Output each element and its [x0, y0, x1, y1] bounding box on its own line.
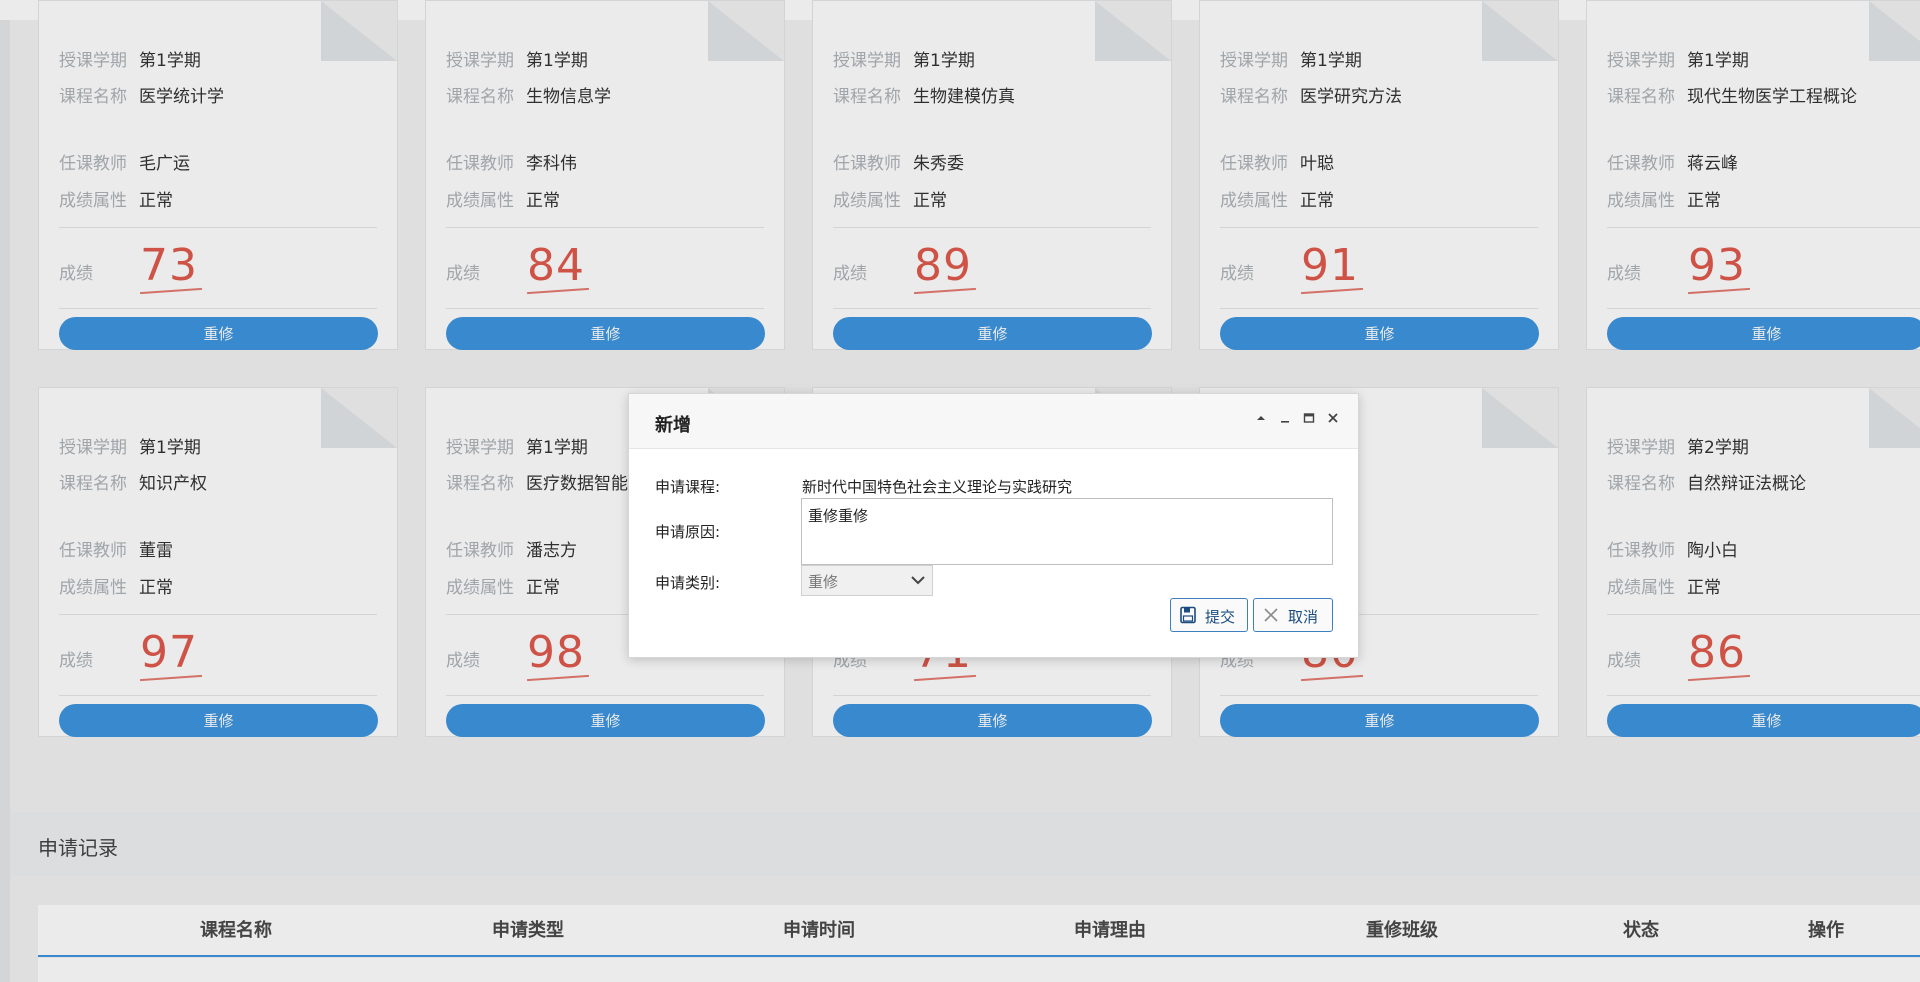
reason-textarea[interactable]: 重修重修: [801, 498, 1333, 565]
chevron-down-icon: [908, 570, 928, 590]
type-select-value: 重修: [808, 573, 839, 591]
maximize-icon[interactable]: [1300, 411, 1318, 429]
submit-button[interactable]: 提交: [1170, 598, 1248, 632]
cancel-label: 取消: [1288, 609, 1319, 626]
reason-label: 申请原因:: [655, 523, 721, 541]
course-value: 新时代中国特色社会主义理论与实践研究: [802, 478, 1073, 496]
cancel-button[interactable]: 取消: [1253, 598, 1333, 632]
cancel-icon: [1262, 606, 1280, 624]
dialog-title: 新增: [655, 415, 691, 436]
submit-label: 提交: [1205, 609, 1236, 626]
dialog-header: 新增: [629, 394, 1358, 449]
course-label: 申请课程:: [655, 478, 721, 496]
type-select[interactable]: 重修: [801, 565, 933, 596]
page-root: 授课学期 第1学期 课程名称 医学统计学 任课教师 毛广运 成绩属性 正常 成绩 73 …: [0, 0, 1920, 982]
collapse-icon[interactable]: [1252, 411, 1270, 429]
type-label: 申请类别:: [655, 574, 721, 592]
minimize-icon[interactable]: [1276, 411, 1294, 429]
add-application-dialog: 新增 申请课程: 新时代中国特色社会主义理论与实践研究 申请原因: 重修重修 申…: [628, 393, 1359, 658]
save-icon: [1179, 606, 1197, 624]
close-icon[interactable]: [1324, 411, 1342, 429]
